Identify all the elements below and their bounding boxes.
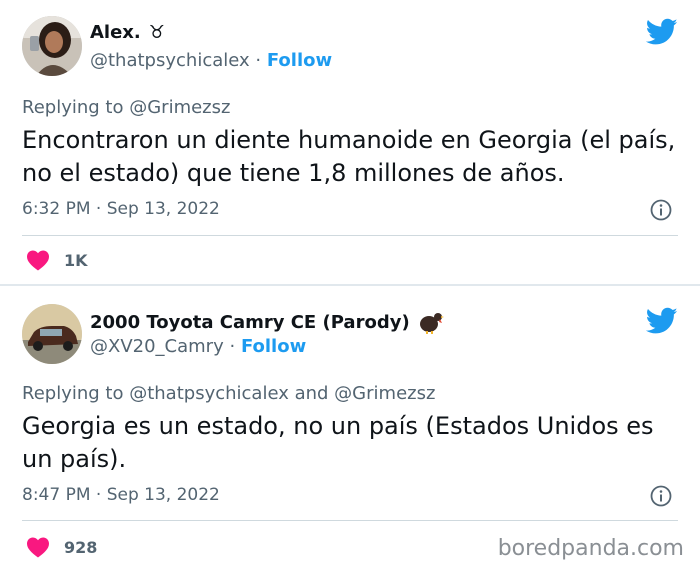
heart-icon[interactable] xyxy=(26,536,50,558)
tweet-card: 2000 Toyota Camry CE (Parody) @XV20_Camr… xyxy=(0,286,700,571)
like-action[interactable]: 928 xyxy=(26,536,97,558)
tweet-timestamp[interactable]: 6:32 PM · Sep 13, 2022 xyxy=(22,199,220,219)
like-action[interactable]: 1K xyxy=(26,249,88,271)
replying-to: Replying to @thatpsychicalex and @Grimez… xyxy=(22,383,435,404)
separator: · xyxy=(229,336,236,357)
tweet-card: Alex. ♉ @thatpsychicalex · Follow Replyi… xyxy=(0,0,700,284)
divider xyxy=(22,235,678,236)
like-count: 1K xyxy=(64,250,88,270)
display-name[interactable]: 2000 Toyota Camry CE (Parody) xyxy=(90,312,410,333)
turkey-icon xyxy=(419,313,444,334)
heart-icon[interactable] xyxy=(26,249,50,271)
avatar[interactable] xyxy=(22,304,82,364)
twitter-bird-icon[interactable] xyxy=(646,307,678,335)
divider xyxy=(22,520,678,521)
follow-button[interactable]: Follow xyxy=(241,336,306,357)
info-icon[interactable] xyxy=(650,485,672,507)
replying-prefix: Replying to xyxy=(22,97,124,118)
handle[interactable]: @XV20_Camry xyxy=(90,336,224,357)
tweet-text: Georgia es un estado, no un país (Estado… xyxy=(22,412,654,473)
like-count: 928 xyxy=(64,537,98,557)
taurus-icon: ♉ xyxy=(148,21,165,43)
separator: · xyxy=(255,50,262,71)
tweet-text: Encontraron un diente humanoide en Georg… xyxy=(22,126,676,187)
replying-prefix: Replying to xyxy=(22,383,124,404)
display-name[interactable]: Alex. xyxy=(90,22,141,43)
watermark: boredpanda.com xyxy=(497,536,684,561)
reply-mention[interactable]: @Grimezsz xyxy=(129,97,230,118)
reply-mention[interactable]: @thatpsychicalex and @Grimezsz xyxy=(129,383,435,404)
handle[interactable]: @thatpsychicalex xyxy=(90,50,250,71)
twitter-bird-icon[interactable] xyxy=(646,18,678,46)
info-icon[interactable] xyxy=(650,199,672,221)
avatar[interactable] xyxy=(22,16,82,76)
tweet-timestamp[interactable]: 8:47 PM · Sep 13, 2022 xyxy=(22,485,220,505)
replying-to: Replying to @Grimezsz xyxy=(22,97,230,118)
follow-button[interactable]: Follow xyxy=(267,50,332,71)
